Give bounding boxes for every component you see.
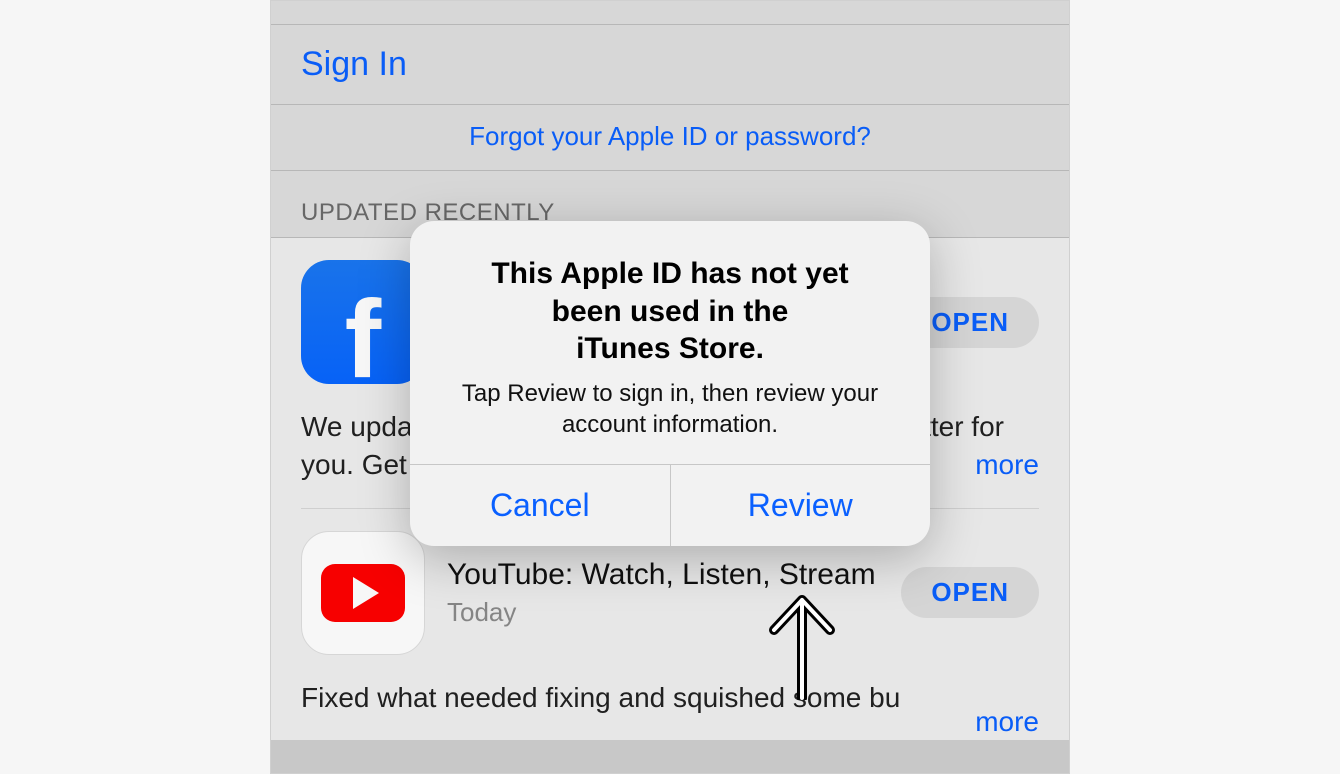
apple-id-alert: This Apple ID has not yet been used in t… [410, 221, 930, 546]
alert-title: This Apple ID has not yet been used in t… [440, 255, 900, 368]
alert-buttons: Cancel Review [410, 464, 930, 546]
alert-body: This Apple ID has not yet been used in t… [410, 221, 930, 464]
app-store-updates-screen: Sign In Forgot your Apple ID or password… [270, 0, 1070, 774]
cancel-button[interactable]: Cancel [410, 465, 670, 546]
alert-message: Tap Review to sign in, then review your … [440, 378, 900, 440]
review-button[interactable]: Review [670, 465, 931, 546]
